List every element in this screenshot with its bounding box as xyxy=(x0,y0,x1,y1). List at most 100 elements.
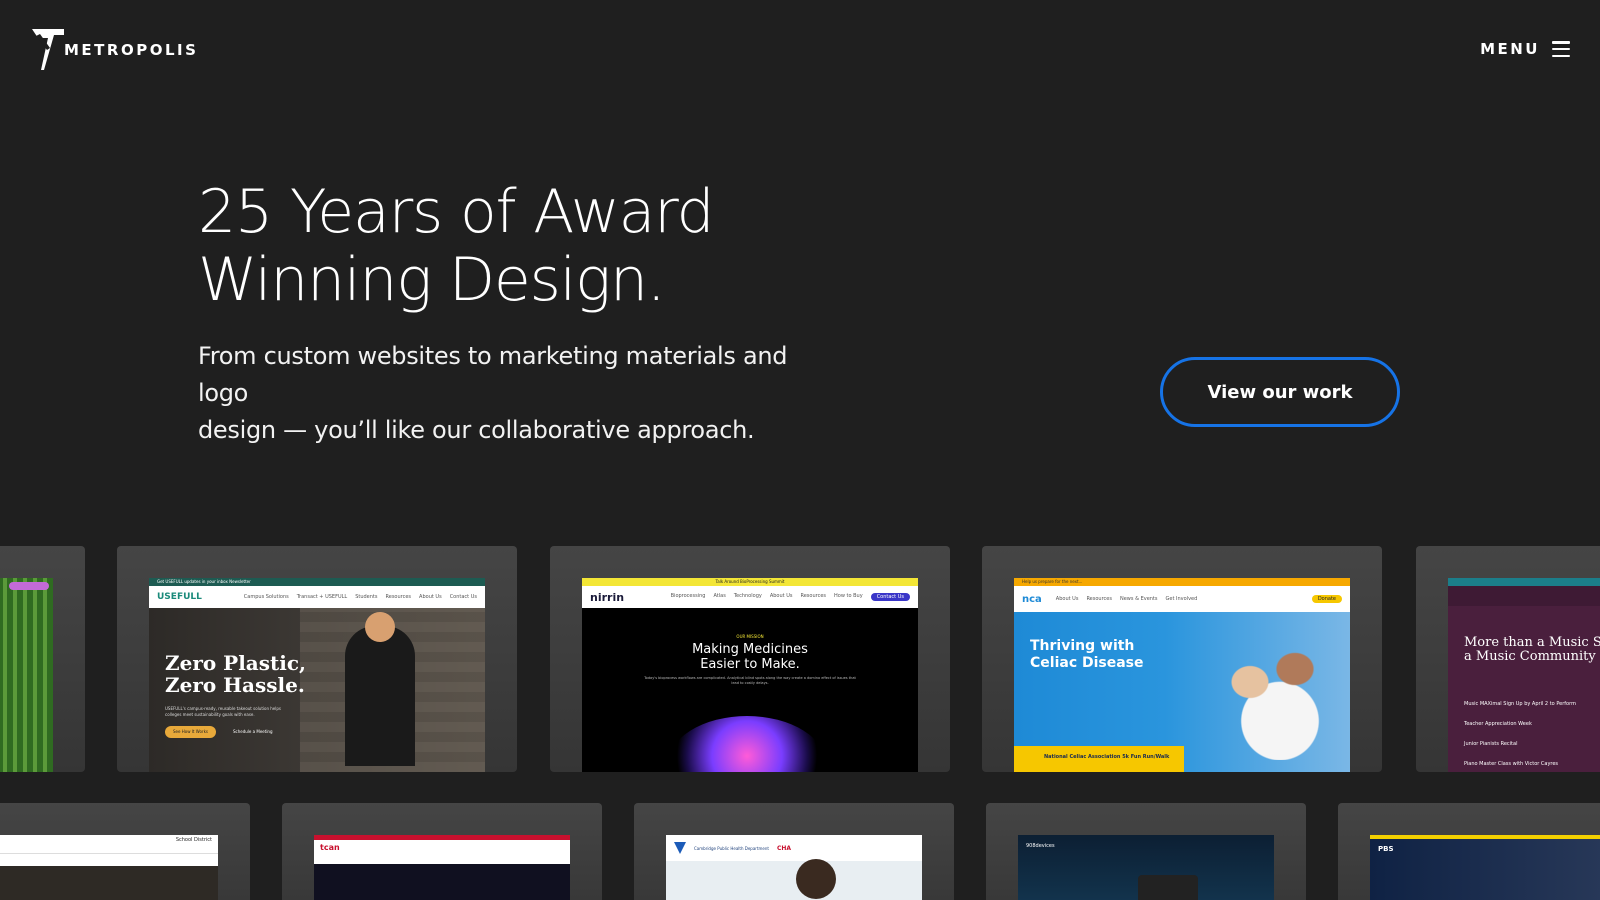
nca-brand: nca xyxy=(1022,593,1042,605)
908-device-image xyxy=(1138,875,1198,900)
portfolio-thumbnail: Talk Around BioProcessing Summit nirrin … xyxy=(582,578,918,772)
usefull-cta-button: See How It Works xyxy=(165,726,216,738)
portfolio-row-2: School District tcan Cambridge Public He… xyxy=(0,803,1600,900)
nirrin-body: Today's bioprocess workflows are complic… xyxy=(644,676,856,685)
music-topbar xyxy=(1448,578,1600,586)
usefull-hero: Zero Plastic, Zero Hassle. USEFULL's cam… xyxy=(149,608,485,772)
nirrin-topbar: Talk Around BioProcessing Summit xyxy=(582,578,918,586)
nav-link: About Us xyxy=(419,594,442,600)
portfolio-card-pbs[interactable]: PBS xyxy=(1338,803,1600,900)
hero-title: 25 Years of Award Winning Design. xyxy=(198,178,758,314)
nav-link: Transact + USEFULL xyxy=(296,594,348,600)
nav-link: Bioprocessing xyxy=(670,593,706,599)
headline-line: More than a Music Scho xyxy=(1464,635,1600,650)
portfolio-thumbnail: School District xyxy=(0,835,218,900)
nirrin-headline: Making Medicines Easier to Make. xyxy=(582,642,918,672)
nirrin-contact-button: Contact Us xyxy=(870,593,910,601)
nca-headline: Thriving with Celiac Disease xyxy=(1030,638,1144,672)
908-brand: 908devices xyxy=(1026,843,1055,849)
portfolio-card-cambridge[interactable]: Cambridge Public Health Department CHA xyxy=(634,803,954,900)
cambridge-photo xyxy=(796,859,836,899)
metropolis-logo[interactable]: METROPOLIS xyxy=(30,26,198,72)
portfolio-card-nirrin[interactable]: Talk Around BioProcessing Summit nirrin … xyxy=(550,546,950,772)
nirrin-brand: nirrin xyxy=(590,590,625,604)
brand-name: METROPOLIS xyxy=(64,41,199,59)
usefull-topbar: Get USEFULL updates in your inbox Newsle… xyxy=(149,578,485,586)
nav-link: Resources xyxy=(385,594,412,600)
portfolio-thumbnail: Get USEFULL updates in your inbox Newsle… xyxy=(149,578,485,772)
nav-link: Campus Solutions xyxy=(243,594,289,600)
headline-line: Thriving with xyxy=(1030,638,1135,654)
nirrin-nav-links: Bioprocessing Atlas Technology About Us … xyxy=(671,593,910,601)
portfolio-thumbnail: Cambridge Public Health Department CHA xyxy=(666,835,922,900)
portfolio-card-tcan[interactable]: tcan xyxy=(282,803,602,900)
portfolio-card-usefull[interactable]: Get USEFULL updates in your inbox Newsle… xyxy=(117,546,517,772)
headline-line: Zero Hassle. xyxy=(165,673,305,697)
school-subnav xyxy=(0,853,218,866)
portfolio-thumbnail: 908devices xyxy=(1018,835,1274,900)
headline-line: Zero Plastic, xyxy=(165,651,306,675)
hero-subtitle-line2: design — you’ll like our collaborative a… xyxy=(198,416,755,444)
nav-link: Students xyxy=(355,594,378,600)
logo-mark-icon xyxy=(32,29,64,70)
nav-link: How to Buy xyxy=(834,593,863,599)
usefull-headline: Zero Plastic, Zero Hassle. xyxy=(165,652,306,696)
usefull-nav: USEFULL Campus Solutions Transact + USEF… xyxy=(149,586,485,608)
music-headline: More than a Music Scho a Music Community xyxy=(1464,636,1600,664)
hamburger-icon xyxy=(1552,41,1570,57)
cambridge-nav: Cambridge Public Health Department CHA xyxy=(666,835,922,861)
site-header: METROPOLIS MENU xyxy=(0,0,1600,100)
nirrin-orb-graphic xyxy=(667,716,827,772)
portfolio-card-nca[interactable]: Help us prepare for the next... nca Abou… xyxy=(982,546,1382,772)
nirrin-hero: OUR MISSION Making Medicines Easier to M… xyxy=(582,608,918,772)
nav-link: Resources xyxy=(800,593,827,599)
nav-link: Get Involved xyxy=(1165,596,1198,602)
shield-icon xyxy=(674,842,686,854)
portfolio-card-908devices[interactable]: 908devices xyxy=(986,803,1306,900)
cha-brand: CHA xyxy=(776,844,792,852)
portfolio-card-partial-left[interactable] xyxy=(0,546,85,772)
portfolio-thumbnail xyxy=(0,578,53,772)
nca-nav: nca About Us Resources News & Events Get… xyxy=(1014,586,1350,612)
tcan-brand: tcan xyxy=(314,840,570,864)
nca-family-photo xyxy=(1190,630,1340,760)
music-nav xyxy=(1448,586,1600,606)
hero-title-line1: 25 Years of Award xyxy=(198,177,715,247)
nca-hero: Thriving with Celiac Disease National Ce… xyxy=(1014,612,1350,772)
menu-label: MENU xyxy=(1480,40,1540,58)
nav-link: Atlas xyxy=(713,593,726,599)
headline-line: Making Medicines xyxy=(692,642,808,657)
nirrin-eyebrow: OUR MISSION xyxy=(736,634,764,639)
hero-title-line2: Winning Design. xyxy=(198,245,666,315)
portfolio-card-music-school[interactable]: More than a Music Scho a Music Community… xyxy=(1416,546,1600,772)
list-item: Music MAXimal Sign Up by April 2 to Perf… xyxy=(1464,701,1576,707)
portfolio-thumbnail: PBS xyxy=(1370,835,1600,900)
portfolio-thumbnail: Help us prepare for the next... nca Abou… xyxy=(1014,578,1350,772)
menu-button[interactable]: MENU xyxy=(1480,40,1570,58)
view-our-work-button[interactable]: View our work xyxy=(1160,357,1400,427)
portfolio-card-school-district[interactable]: School District xyxy=(0,803,250,900)
pbs-brand: PBS xyxy=(1378,845,1394,853)
portfolio-row-1: Get USEFULL updates in your inbox Newsle… xyxy=(0,546,1600,772)
cambridge-brand: Cambridge Public Health Department xyxy=(694,845,769,851)
usefull-brand: USEFULL xyxy=(157,592,202,602)
nca-topbar: Help us prepare for the next... xyxy=(1014,578,1350,586)
usefull-body: USEFULL's campus-ready, reusable takeout… xyxy=(165,706,281,717)
usefull-secondary-button: Schedule a Meeting xyxy=(233,729,273,734)
list-item: Piano Master Class with Victor Cayres xyxy=(1464,761,1559,767)
nca-event-banner: National Celiac Association 5k Fun Run/W… xyxy=(1014,746,1184,772)
nirrin-nav: nirrin Bioprocessing Atlas Technology Ab… xyxy=(582,586,918,608)
nav-link: Contact Us xyxy=(449,594,477,600)
nav-link: Technology xyxy=(733,593,762,599)
school-nav: School District xyxy=(0,835,218,853)
headline-line: Celiac Disease xyxy=(1030,655,1144,671)
music-events-list: Music MAXimal Sign Up by April 2 to Perf… xyxy=(1464,694,1576,772)
usefull-nav-links: Campus Solutions Transact + USEFULL Stud… xyxy=(244,594,477,600)
nca-donate-button: Donate xyxy=(1311,595,1342,603)
headline-line: a Music Community xyxy=(1464,649,1596,664)
nav-link: News & Events xyxy=(1119,596,1158,602)
hero-subtitle-line1: From custom websites to marketing materi… xyxy=(198,342,788,407)
hero-subtitle: From custom websites to marketing materi… xyxy=(198,338,838,449)
list-item: Teacher Appreciation Week xyxy=(1464,721,1532,727)
portfolio-thumbnail: tcan xyxy=(314,835,570,900)
